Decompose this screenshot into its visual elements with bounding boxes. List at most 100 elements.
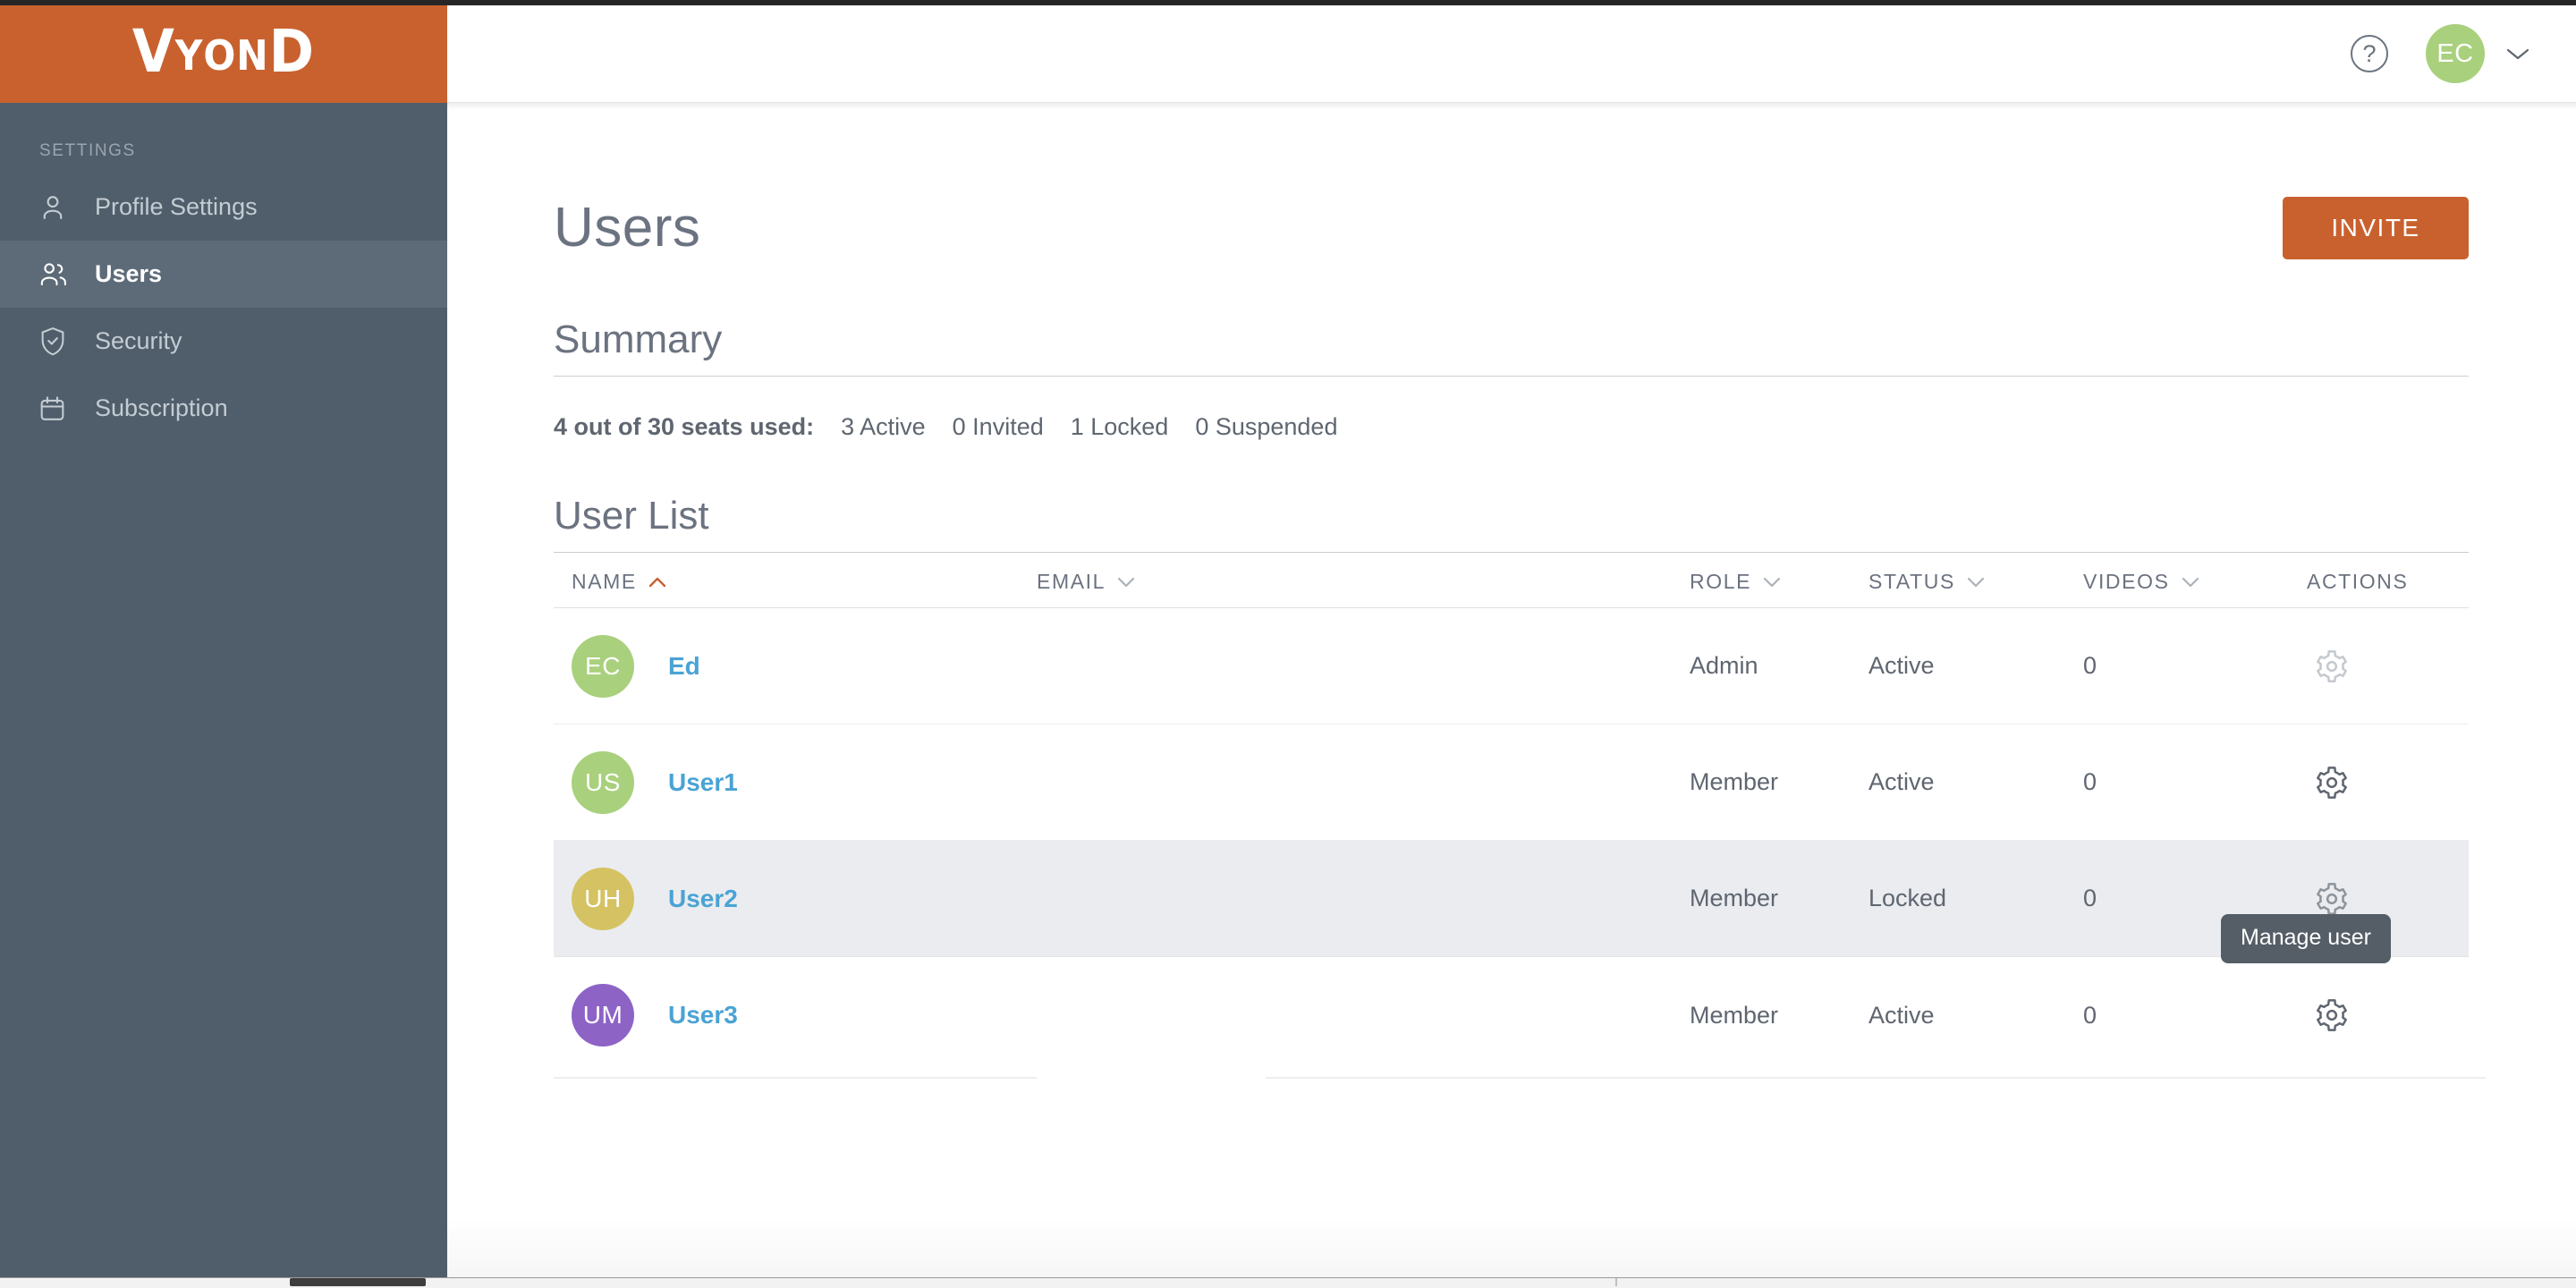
logo-letter-o: O [203, 30, 237, 80]
column-header-status[interactable]: STATUS [1868, 570, 2083, 594]
table-bottom-rule-right [1266, 1077, 2486, 1079]
column-header-role[interactable]: ROLE [1690, 570, 1868, 594]
top-header-shadow [447, 103, 2576, 110]
stat-invited: 0 Invited [952, 413, 1044, 440]
user-name-link[interactable]: Ed [668, 652, 700, 681]
invite-button[interactable]: INVITE [2283, 197, 2469, 259]
cell-actions [2298, 759, 2441, 806]
cell-actions [2298, 643, 2441, 690]
avatar: UM [572, 984, 634, 1046]
avatar: EC [572, 634, 634, 698]
sidebar-item-label-subscription: Subscription [95, 394, 228, 421]
cell-videos: 0 [2083, 652, 2097, 679]
avatar[interactable]: EC [2426, 24, 2485, 83]
cell-role: Member [1690, 885, 1779, 911]
sort-asc-icon [648, 570, 667, 594]
sidebar-item-profile-settings[interactable]: Profile Settings [0, 174, 447, 241]
user-list-section-title: User List [554, 494, 709, 538]
sidebar-item-label-profile-settings: Profile Settings [95, 193, 258, 220]
page-header: Users INVITE [447, 104, 2576, 259]
column-header-label-videos: VIDEOS [2083, 570, 2170, 593]
column-header-actions: ACTIONS [2298, 570, 2441, 594]
user-name-link[interactable]: User1 [668, 768, 738, 797]
gear-icon[interactable] [2309, 992, 2355, 1038]
cell-videos: 0 [2083, 885, 2097, 911]
avatar: US [572, 750, 634, 814]
top-header-bar: ? EC [447, 5, 2576, 103]
logo-letter-y: Y [174, 30, 204, 80]
cell-role: Member [1690, 1001, 1779, 1029]
vyond-wordmark: V Y O N D [131, 16, 315, 86]
cell-actions [2298, 992, 2441, 1038]
manage-user-tooltip: Manage user [2221, 914, 2391, 963]
table-bottom-rule-left [554, 1077, 1037, 1079]
users-icon [38, 257, 77, 292]
cell-status: Active [1868, 768, 1935, 795]
sort-desc-icon [2181, 570, 2200, 594]
column-header-label-actions: ACTIONS [2307, 570, 2409, 593]
scrollbar-tick-mark [1615, 1278, 1617, 1286]
cell-role: Member [1690, 768, 1779, 795]
table-row[interactable]: UM User3 Member Active 0 [554, 957, 2469, 1073]
column-header-videos[interactable]: VIDEOS [2083, 570, 2298, 594]
table-bottom-rules [554, 1073, 2486, 1082]
cell-name: US User1 [554, 750, 1037, 814]
application-window: V Y O N D SETTINGS Profile Settings User… [0, 0, 2576, 1288]
logo-letter-v: V [131, 16, 175, 86]
help-icon[interactable]: ? [2351, 35, 2388, 72]
shield-check-icon [38, 324, 77, 360]
column-header-name[interactable]: NAME [554, 570, 1037, 594]
sort-desc-icon [1116, 570, 1136, 594]
sidebar: V Y O N D SETTINGS Profile Settings User… [0, 0, 447, 1283]
sidebar-item-users[interactable]: Users [0, 241, 447, 308]
sort-desc-icon [1762, 570, 1782, 594]
summary-stats: 4 out of 30 seats used: 3 Active 0 Invited… [554, 413, 2576, 441]
summary-section-title: Summary [554, 318, 723, 361]
seats-used-text: 4 out of 30 seats used: [554, 413, 815, 440]
table-row[interactable]: UH User2 Member Locked 0 [554, 841, 2469, 957]
cell-status: Locked [1868, 885, 1947, 911]
logo-letter-n: N [236, 30, 269, 80]
user-name-link[interactable]: User3 [668, 1001, 738, 1030]
cell-name: EC Ed [554, 634, 1037, 698]
sidebar-item-subscription[interactable]: Subscription [0, 375, 447, 442]
brand-logo-vyond[interactable]: V Y O N D [0, 0, 447, 103]
sort-desc-icon [1966, 570, 1986, 594]
table-row[interactable]: US User1 Member Active 0 [554, 724, 2469, 841]
column-header-email[interactable]: EMAIL [1037, 570, 1690, 594]
users-table: NAME EMAIL ROLE STATUS VIDEOS ACTIONS EC… [554, 553, 2469, 1073]
summary-divider [554, 376, 2469, 377]
cell-name: UH User2 [554, 867, 1037, 930]
user-name-link[interactable]: User2 [668, 885, 738, 913]
sidebar-item-label-users: Users [95, 260, 163, 287]
cell-status: Active [1868, 1001, 1935, 1029]
stat-active: 3 Active [841, 413, 926, 440]
main-content: Users INVITE Summary 4 out of 30 seats u… [447, 104, 2576, 1283]
table-row[interactable]: EC Ed Admin Active 0 [554, 608, 2469, 724]
cell-videos: 0 [2083, 1001, 2097, 1029]
cell-name: UM User3 [554, 984, 1037, 1046]
os-top-strip [0, 0, 2576, 5]
sidebar-item-label-security: Security [95, 327, 182, 354]
column-header-label-name: NAME [572, 570, 637, 593]
gear-icon[interactable] [2309, 643, 2355, 690]
stat-suspended: 0 Suspended [1195, 413, 1338, 440]
cell-status: Active [1868, 652, 1935, 679]
gear-icon[interactable] [2309, 759, 2355, 806]
cell-role: Admin [1690, 652, 1758, 679]
horizontal-scrollbar-thumb[interactable] [290, 1278, 426, 1286]
chevron-down-icon[interactable] [2504, 46, 2531, 62]
page-bottom-fade [447, 1216, 2576, 1277]
column-header-label-email: EMAIL [1037, 570, 1106, 593]
avatar: UH [572, 867, 634, 930]
sidebar-section-label: SETTINGS [39, 141, 136, 160]
users-table-header-row: NAME EMAIL ROLE STATUS VIDEOS ACTIONS [554, 553, 2469, 608]
sidebar-item-security[interactable]: Security [0, 308, 447, 375]
cell-videos: 0 [2083, 768, 2097, 795]
column-header-label-status: STATUS [1868, 570, 1955, 593]
page-title: Users [554, 197, 701, 258]
calendar-icon [38, 391, 77, 427]
stat-locked: 1 Locked [1070, 413, 1169, 440]
user-icon [38, 190, 77, 225]
column-header-label-role: ROLE [1690, 570, 1752, 593]
